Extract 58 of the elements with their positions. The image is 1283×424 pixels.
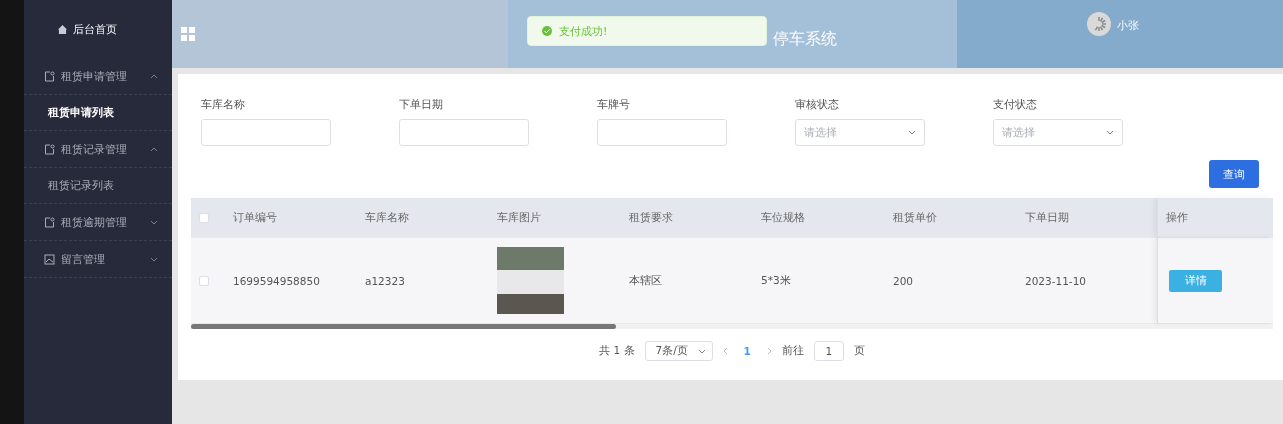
column-header: 租赁单价	[893, 210, 938, 225]
document-icon	[44, 216, 55, 228]
submenu-item[interactable]: 租赁记录列表	[24, 168, 172, 204]
table-cell-text: 本辖区	[629, 273, 663, 288]
photo-placeholder	[497, 247, 564, 314]
input-field[interactable]	[597, 119, 727, 146]
column-header: 操作	[1166, 210, 1188, 225]
check-circle-icon	[542, 26, 552, 36]
chevron-down-icon	[1106, 130, 1114, 135]
query-button[interactable]: 查询	[1209, 160, 1259, 188]
chevron-down-icon	[150, 256, 158, 262]
grid-icon[interactable]	[181, 27, 195, 41]
column-header: 订单编号	[233, 210, 278, 225]
chevron-up-icon	[150, 146, 158, 152]
table-cell-text: 2023-11-10	[1025, 274, 1088, 287]
column-header: 下单日期	[1025, 210, 1070, 225]
chevron-left-icon[interactable]	[722, 347, 728, 355]
chevron-down-icon	[697, 348, 706, 354]
document-icon	[44, 70, 55, 82]
filter-label: 审核状态	[794, 98, 840, 112]
checkbox[interactable]	[199, 212, 209, 223]
table-cell-text: 200	[893, 274, 915, 287]
column-header: 车库名称	[365, 210, 410, 225]
table-cell-text: 1699594958850	[233, 274, 321, 287]
total-count: 共 1 条	[599, 344, 635, 358]
scrollbar-thumb[interactable]	[191, 324, 616, 329]
chevron-down-icon	[150, 219, 158, 225]
menu-item[interactable]: 租赁申请管理	[24, 58, 172, 95]
toast-message: 支付成功!	[559, 23, 608, 39]
system-title: 停车系统	[773, 28, 837, 50]
filter-label: 车库名称	[200, 98, 246, 112]
input-field[interactable]	[399, 119, 529, 146]
table-cell-text: a12323	[365, 274, 406, 287]
filter-label: 下单日期	[398, 98, 444, 112]
menu-item[interactable]: 留言管理	[24, 241, 172, 278]
column-header: 车库图片	[497, 210, 542, 225]
chevron-down-icon	[908, 130, 916, 135]
table-cell-text: 5*3米	[761, 273, 792, 288]
goto-label: 前往	[781, 344, 804, 358]
filter-label: 支付状态	[992, 98, 1038, 112]
home-icon	[58, 24, 67, 34]
image-icon	[44, 253, 55, 265]
chevron-right-icon[interactable]	[766, 347, 772, 355]
menu-item[interactable]: 租赁逾期管理	[24, 204, 172, 241]
document-icon	[44, 143, 55, 155]
column-header: 车位规格	[761, 210, 806, 225]
checkbox[interactable]	[199, 275, 209, 286]
page-input[interactable]: 1	[813, 341, 844, 361]
menu-item[interactable]: 租赁记录管理	[24, 131, 172, 168]
chevron-up-icon	[150, 73, 158, 79]
avatar-icon	[1087, 12, 1111, 36]
column-header: 租赁要求	[629, 210, 674, 225]
page-suffix: 页	[853, 344, 865, 358]
filter-label: 车牌号	[596, 98, 631, 112]
home-link[interactable]: 后台首页	[24, 0, 172, 58]
input-field[interactable]	[201, 119, 331, 146]
submenu-item[interactable]: 租赁申请列表	[24, 95, 172, 131]
page-size-select[interactable]: 7条/页	[644, 341, 713, 361]
